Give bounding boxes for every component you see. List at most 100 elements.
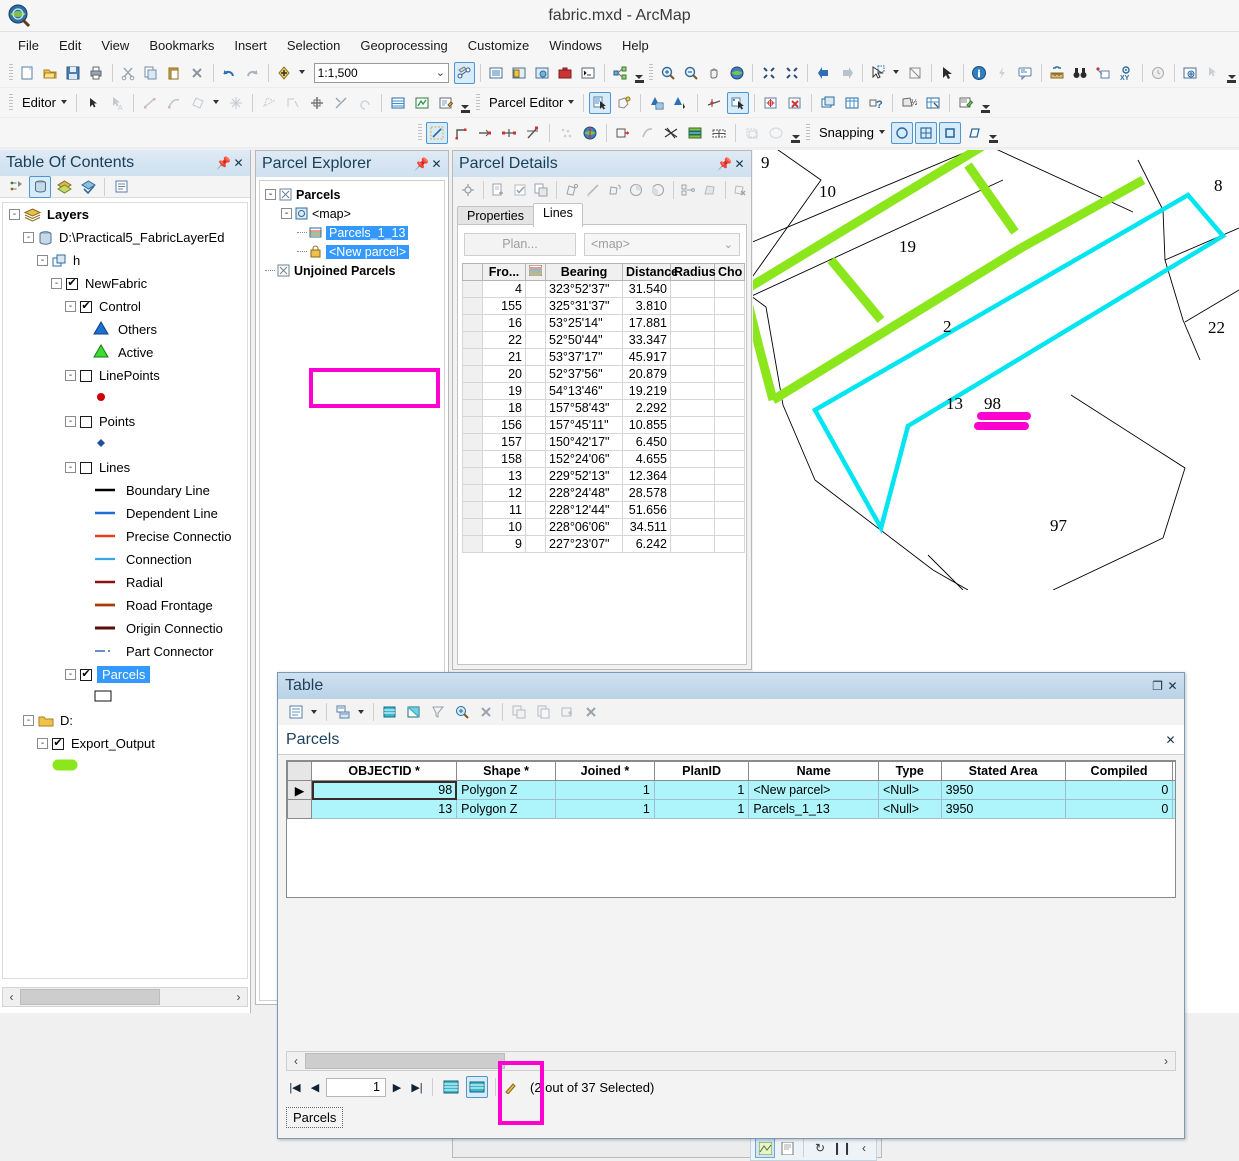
- layer-checkbox[interactable]: [80, 461, 92, 474]
- plan-button[interactable]: Plan...: [464, 232, 576, 256]
- chevron-down-icon[interactable]: ⌄: [724, 238, 733, 251]
- cell-from[interactable]: 10: [482, 518, 526, 536]
- cell-chord[interactable]: [714, 331, 745, 349]
- grid-frame-icon[interactable]: [708, 122, 730, 144]
- open-folder-icon[interactable]: [40, 62, 61, 84]
- pointer-icon[interactable]: [937, 62, 958, 84]
- parcel-select-arrow-icon[interactable]: [589, 91, 612, 114]
- cell-category[interactable]: [525, 501, 546, 519]
- zoom-selected-icon[interactable]: [451, 701, 473, 723]
- traverse-icon[interactable]: [450, 122, 472, 144]
- toolbox-red-icon[interactable]: [555, 62, 576, 84]
- toc-item-dependent-line[interactable]: Dependent Line: [3, 502, 247, 525]
- expander-icon[interactable]: -: [37, 255, 48, 266]
- undo-arrow-icon[interactable]: [219, 62, 240, 84]
- layer-checkbox[interactable]: ✔: [52, 737, 64, 750]
- toc-tree[interactable]: - Layers - D:\Practical5_FabricLayerEd - h - ✔ N…: [2, 202, 248, 979]
- chevron-down-icon[interactable]: [568, 100, 575, 104]
- close-icon[interactable]: ✕: [1163, 732, 1178, 747]
- add-control-point-icon[interactable]: [760, 92, 782, 114]
- cell-planid[interactable]: 1: [653, 780, 750, 800]
- chevron-left-icon[interactable]: ‹: [287, 1054, 305, 1068]
- cell-radius[interactable]: [670, 450, 715, 468]
- search-window-icon[interactable]: [532, 62, 553, 84]
- chevron-left-icon[interactable]: ‹: [3, 990, 20, 1004]
- editor-menu-label[interactable]: Editor: [16, 95, 58, 110]
- lines-row[interactable]: 9 227°23'07" 6.242: [462, 535, 745, 553]
- col-radius[interactable]: Radius: [670, 263, 716, 281]
- lines-row[interactable]: 19 54°13'46" 19.219: [462, 382, 745, 400]
- cell-distance[interactable]: 34.511: [622, 518, 671, 536]
- cell-from[interactable]: 158: [482, 450, 526, 468]
- cell-stated-area[interactable]: 3950: [940, 799, 1066, 819]
- delete-field-icon[interactable]: [580, 701, 602, 723]
- cell-bearing[interactable]: 228°12'44": [545, 501, 623, 519]
- layer-checkbox[interactable]: ✔: [80, 668, 92, 681]
- cell-category[interactable]: [525, 416, 546, 434]
- toolbar-overflow-button[interactable]: [1227, 63, 1237, 83]
- col-distance[interactable]: Distance: [622, 263, 678, 281]
- row-selector[interactable]: [287, 799, 313, 819]
- cell-radius[interactable]: [670, 501, 715, 519]
- cell-radius[interactable]: [670, 433, 715, 451]
- cell-distance[interactable]: 3.810: [622, 297, 671, 315]
- move-point-icon[interactable]: [474, 122, 496, 144]
- cell-bearing[interactable]: 52°37'56": [545, 365, 623, 383]
- lines-row[interactable]: 158 152°24'06" 4.655: [462, 450, 745, 468]
- cell-chord[interactable]: [714, 382, 745, 400]
- restore-window-icon[interactable]: ❐: [1150, 679, 1165, 694]
- cell-bearing[interactable]: 228°06'06": [545, 518, 623, 536]
- help-arrow-icon[interactable]: [1203, 62, 1224, 84]
- cell-bearing[interactable]: 53°37'17": [545, 348, 623, 366]
- rotate-parcel-icon[interactable]: [605, 179, 625, 201]
- toolbar-overflow-button[interactable]: [460, 93, 471, 113]
- cell-distance[interactable]: 6.450: [622, 433, 671, 451]
- toolbar-grip[interactable]: [418, 123, 422, 142]
- row-selector[interactable]: [462, 535, 483, 553]
- pie2-icon[interactable]: [648, 179, 668, 201]
- cell-bearing[interactable]: 228°24'48": [545, 484, 623, 502]
- chevron-down-icon[interactable]: ⌄: [436, 66, 445, 79]
- attribute-table[interactable]: OBJECTID * Shape * Joined * PlanID Name …: [287, 761, 1175, 819]
- cell-distance[interactable]: 10.855: [622, 416, 671, 434]
- cell-radius[interactable]: [670, 331, 715, 349]
- toc-item-origin-connectio[interactable]: Origin Connectio: [3, 617, 247, 640]
- col-stated-area[interactable]: Stated Area: [940, 761, 1066, 781]
- cell-bearing[interactable]: 52°50'44": [545, 331, 623, 349]
- snapping-menu-label[interactable]: Snapping: [813, 125, 876, 140]
- row-selector[interactable]: [462, 467, 483, 485]
- cell-category[interactable]: [525, 280, 546, 298]
- menu-item-selection[interactable]: Selection: [277, 35, 350, 56]
- menu-item-insert[interactable]: Insert: [224, 35, 277, 56]
- row-selector[interactable]: [462, 450, 483, 468]
- lines-row[interactable]: 16 53°25'14" 17.881: [462, 314, 745, 332]
- cell-category[interactable]: [525, 450, 546, 468]
- show-selected-records-icon[interactable]: [466, 1076, 488, 1098]
- expander-icon[interactable]: -: [37, 738, 48, 749]
- close-icon[interactable]: ✕: [1165, 679, 1180, 694]
- plan-select[interactable]: <map> ⌄: [584, 232, 740, 256]
- cell-chord[interactable]: [714, 314, 745, 332]
- cell-type[interactable]: <Null>: [877, 780, 942, 800]
- hand-pan-icon[interactable]: [703, 62, 724, 84]
- row-selector[interactable]: [462, 518, 483, 536]
- row-selector[interactable]: [462, 399, 483, 417]
- arc-line-icon[interactable]: [163, 92, 185, 114]
- chevron-down-icon[interactable]: [298, 70, 305, 74]
- toc-item-precise-connectio[interactable]: Precise Connectio: [3, 525, 247, 548]
- crosshair-icon[interactable]: [458, 179, 478, 201]
- lines-row[interactable]: 155 325°31'37" 3.810: [462, 297, 745, 315]
- tab-parcels[interactable]: Parcels: [286, 1107, 344, 1128]
- cut-polygon-icon[interactable]: [330, 92, 352, 114]
- row-selector[interactable]: [462, 365, 483, 383]
- col-chord[interactable]: Cho: [714, 263, 745, 281]
- menu-item-view[interactable]: View: [91, 35, 139, 56]
- col-planid[interactable]: PlanID: [653, 761, 750, 781]
- cell-from[interactable]: 11: [482, 501, 526, 519]
- globe-icon[interactable]: [579, 122, 601, 144]
- cell-bearing[interactable]: 150°42'17": [545, 433, 623, 451]
- chevron-down-icon[interactable]: [892, 70, 899, 74]
- row-selector[interactable]: [462, 501, 483, 519]
- cell-bearing[interactable]: 53°25'14": [545, 314, 623, 332]
- cell-radius[interactable]: [670, 399, 715, 417]
